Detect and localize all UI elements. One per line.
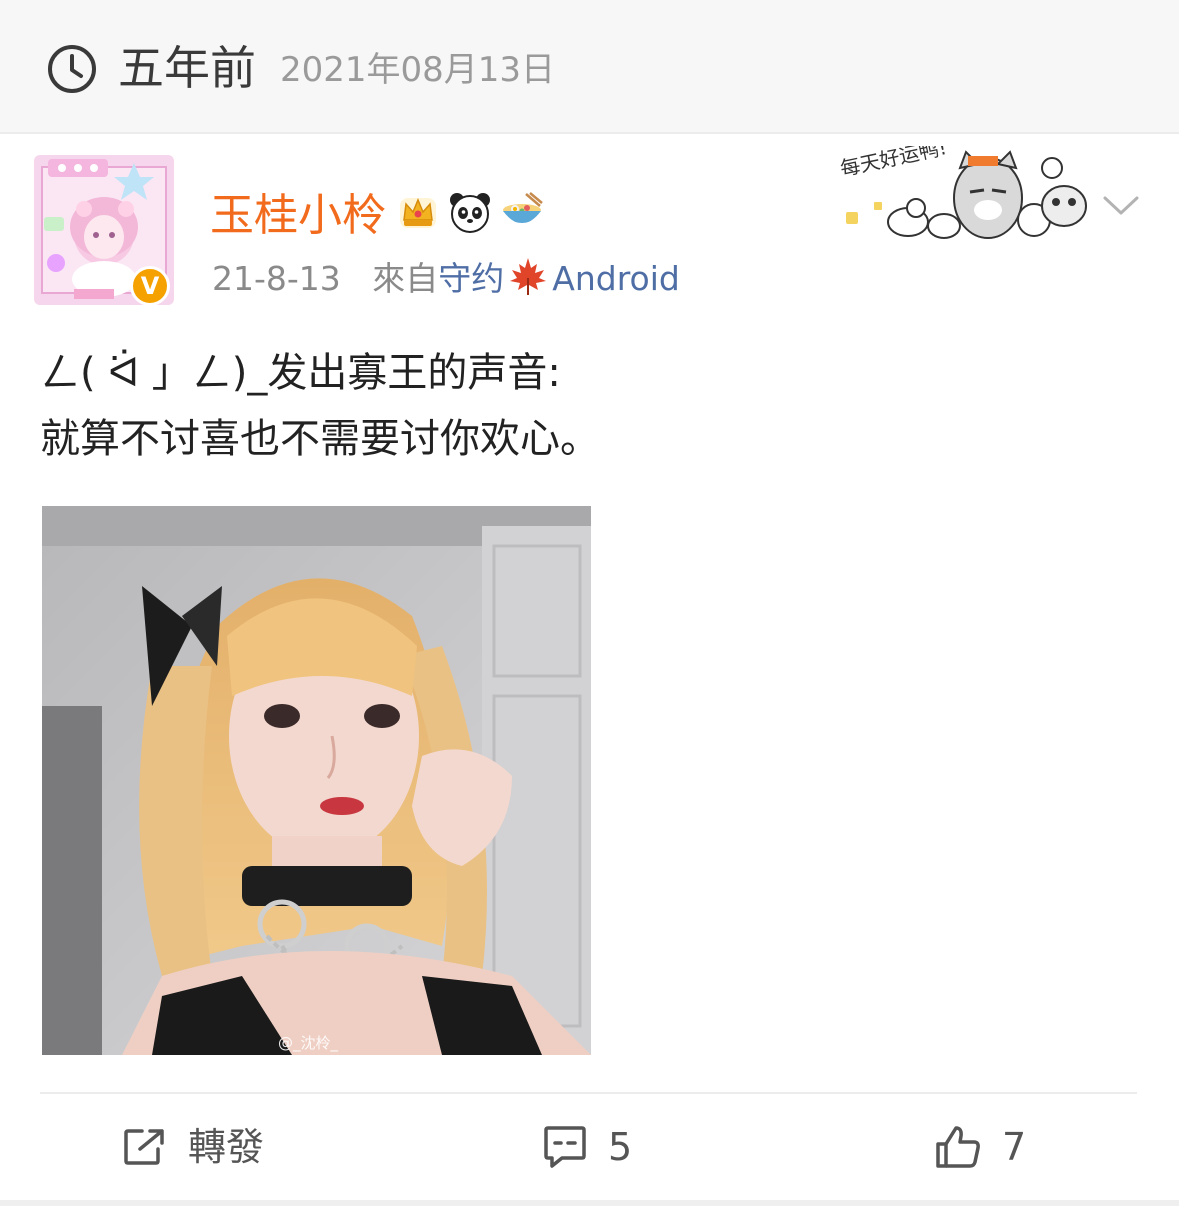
bottom-divider [0, 1200, 1179, 1206]
verified-badge: V [130, 266, 170, 306]
thumbs-up-icon [936, 1126, 980, 1168]
repost-button[interactable]: 轉發 [122, 1120, 264, 1174]
like-button[interactable]: 7 [934, 1120, 1026, 1174]
comment-icon [544, 1126, 586, 1168]
username[interactable]: 玉桂小柃 [210, 188, 386, 244]
comment-button[interactable]: 5 [542, 1120, 632, 1174]
divider [40, 1092, 1137, 1094]
post-text-line: 就算不讨喜也不需要讨你欢心。 [40, 416, 600, 462]
comment-count: 5 [608, 1125, 633, 1169]
panda-icon [450, 193, 490, 233]
like-count: 7 [1002, 1125, 1027, 1169]
post-photo[interactable] [42, 506, 591, 1055]
source-prefix: 來自 [372, 259, 439, 298]
post-text: ㄥ( ᐛ 」ㄥ)_发出寡王的声音: 就算不讨喜也不需要讨你欢心。 [40, 340, 1140, 472]
memory-ago-label: 五年前 [118, 41, 256, 95]
chevron-down-icon[interactable] [1102, 194, 1140, 218]
source-device[interactable]: Android [552, 259, 680, 298]
repost-label: 轉發 [188, 1125, 265, 1169]
memory-header: 五年前 2021年08月13日 [0, 0, 1179, 132]
divider [0, 132, 1179, 134]
noodle-bowl-icon [503, 192, 543, 225]
post-time: 21-8-13 [212, 259, 341, 298]
clock-icon [48, 45, 96, 93]
source-name[interactable]: 守约 [438, 259, 504, 298]
post-meta: 21-8-13 來自守约 Android [212, 256, 680, 301]
memory-date: 2021年08月13日 [280, 50, 556, 90]
sticker-text: 每天好运鸭! [838, 146, 949, 181]
photo-image [42, 506, 591, 1055]
maple-leaf-icon [510, 258, 547, 295]
photo-watermark: @_沈柃_ [278, 1034, 339, 1052]
sticker-image: 每天好运鸭! [838, 146, 1087, 239]
share-icon [124, 1129, 164, 1165]
crown-icon [400, 198, 436, 228]
post-text-line: ㄥ( ᐛ 」ㄥ)_发出寡王的声音: [40, 350, 561, 396]
user-badges [396, 190, 544, 234]
